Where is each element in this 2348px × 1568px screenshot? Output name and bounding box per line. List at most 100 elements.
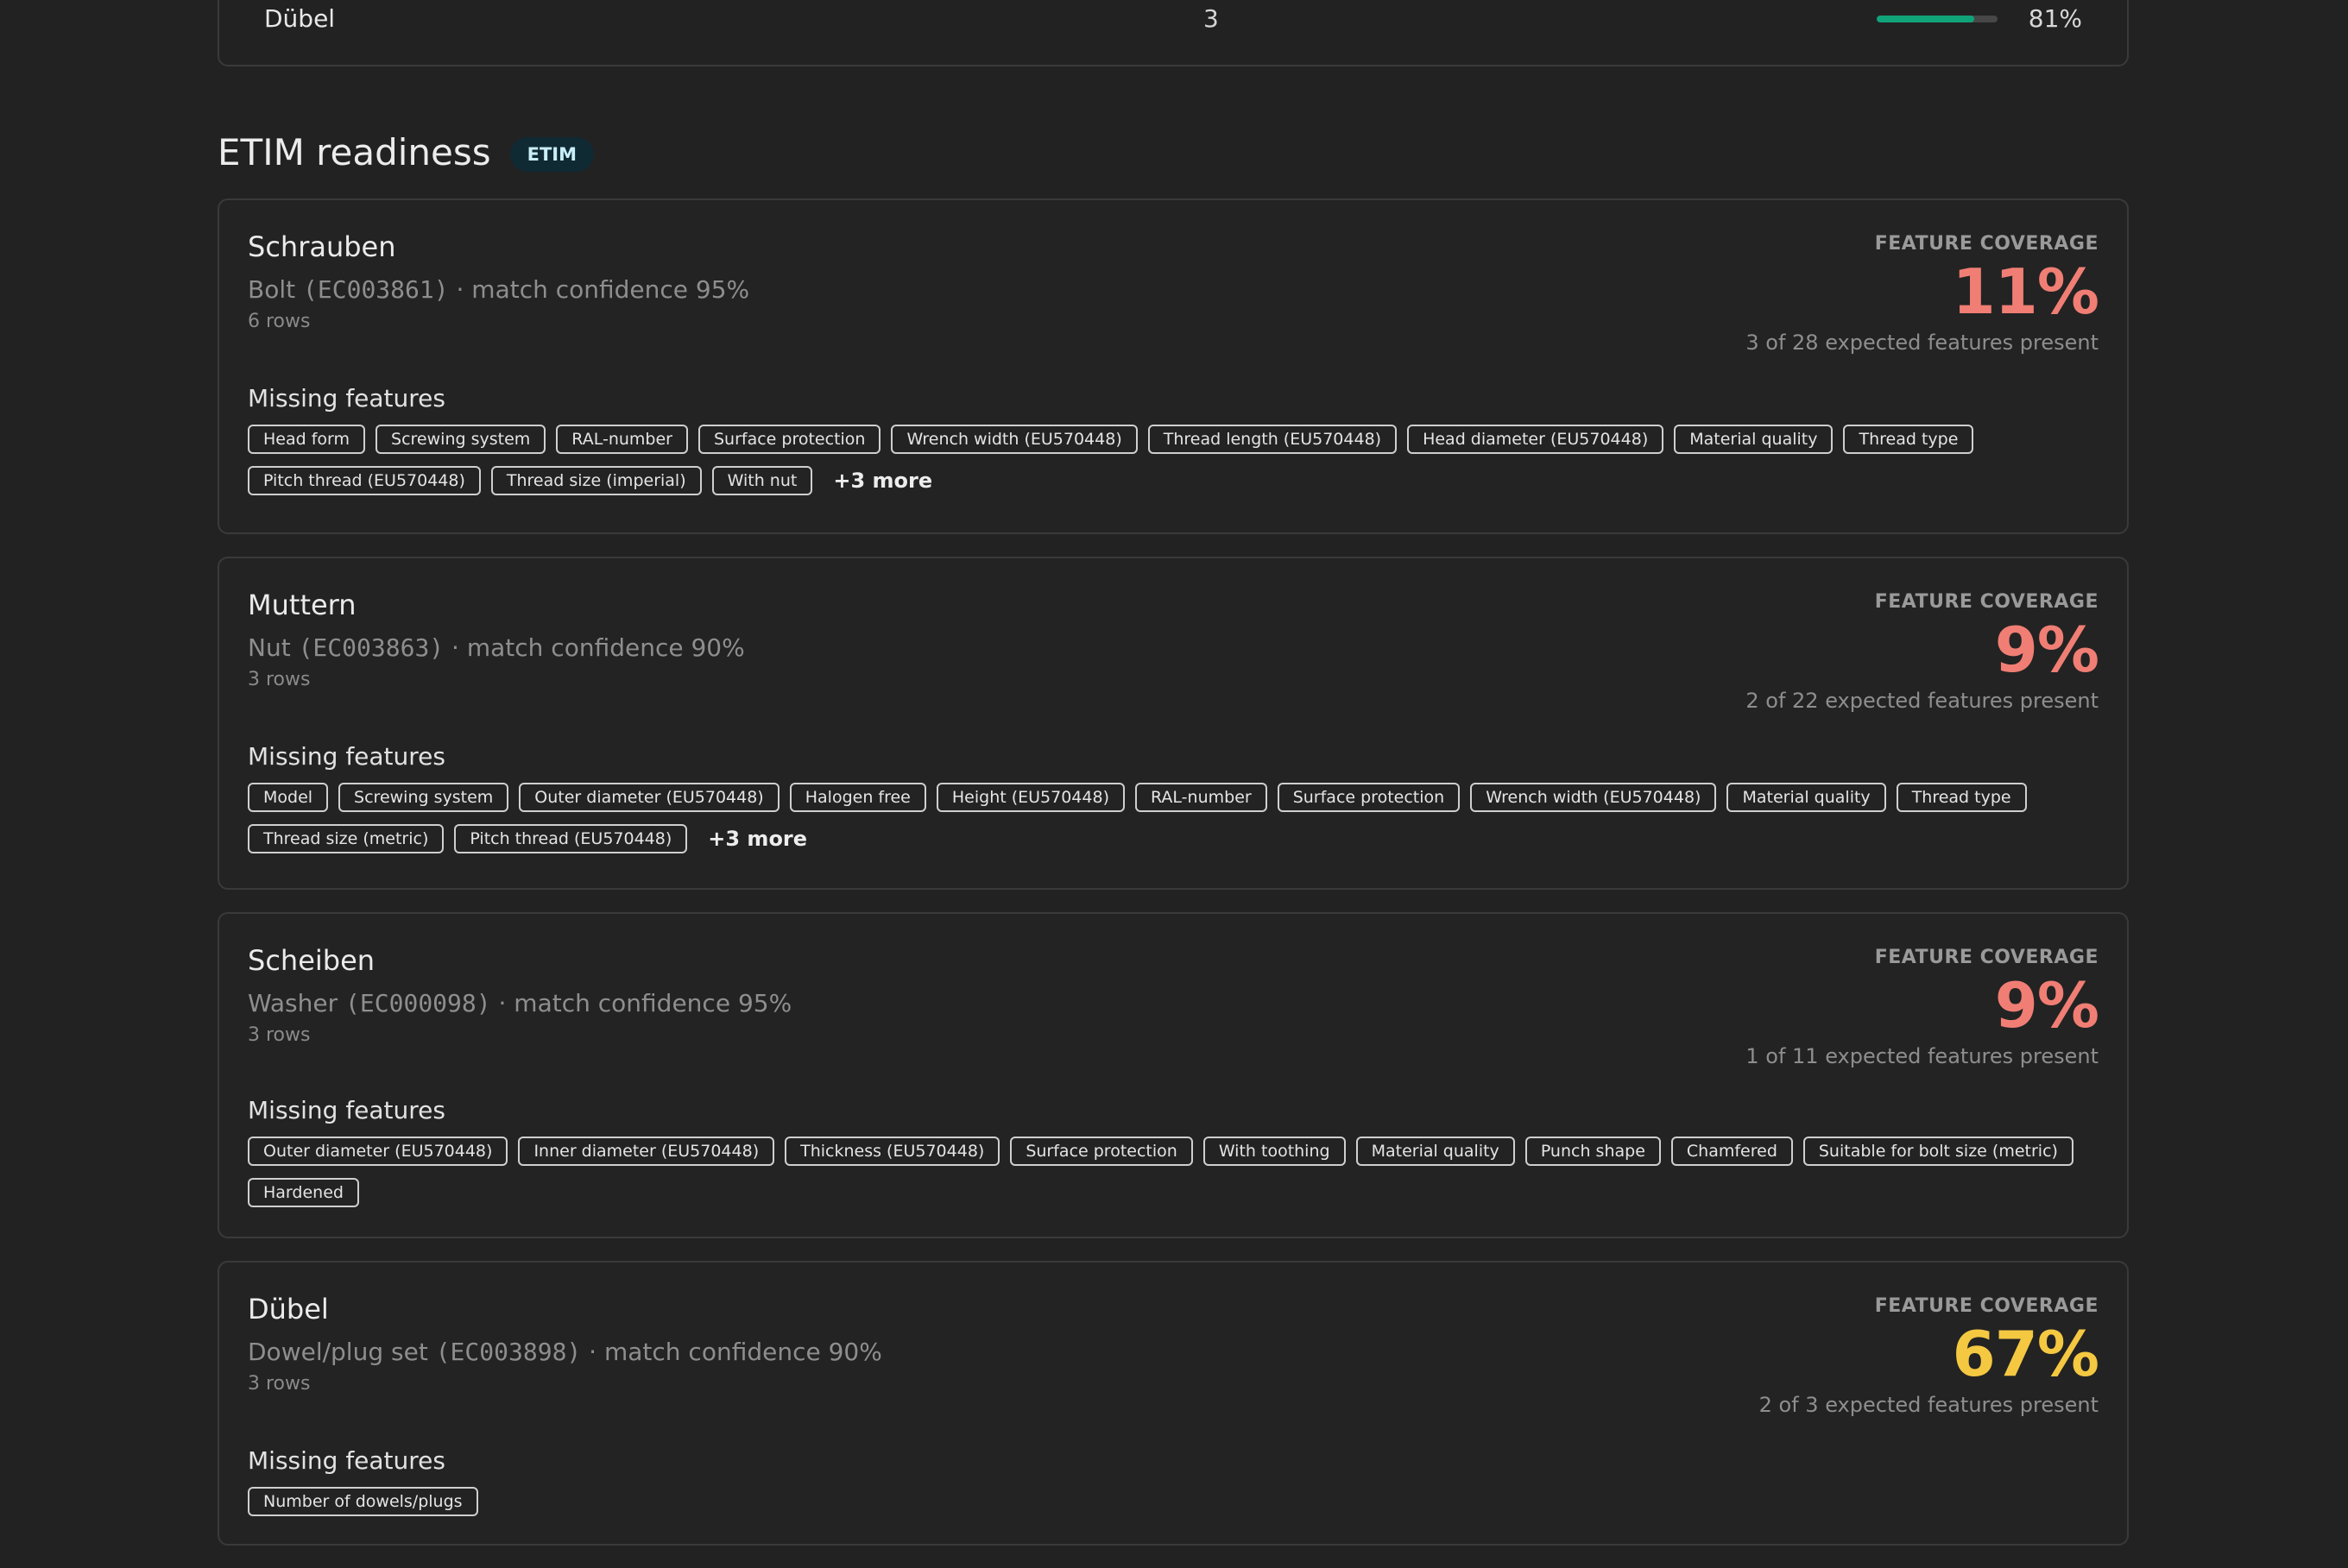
- missing-feature-tag: RAL-number: [556, 425, 688, 454]
- missing-feature-tag: Surface protection: [697, 425, 881, 454]
- missing-feature-tag: Material quality: [1355, 1137, 1515, 1166]
- missing-feature-tag: Suitable for bolt size (metric): [1802, 1137, 2073, 1166]
- coverage-subtext: 2 of 3 expected features present: [1758, 1393, 2099, 1417]
- feature-summary-table: Dübel 3 81%: [218, 0, 2129, 66]
- missing-feature-tag: Number of dowels/plugs: [248, 1487, 478, 1516]
- missing-feature-tag: Pitch thread (EU570448): [454, 824, 688, 853]
- card-coverage: FEATURE COVERAGE 9% 1 of 11 expected fea…: [1745, 945, 2099, 1069]
- missing-feature-tag: Surface protection: [1010, 1137, 1193, 1166]
- missing-feature-tag: Halogen free: [789, 783, 926, 812]
- missing-feature-tag: RAL-number: [1135, 783, 1267, 812]
- card-category-name: Muttern: [248, 589, 357, 621]
- missing-features-label: Missing features: [248, 384, 445, 412]
- missing-feature-tag: Height (EU570448): [936, 783, 1125, 812]
- table-row[interactable]: Dübel 3 81%: [219, 2, 2127, 41]
- coverage-value: 67%: [1952, 1318, 2099, 1390]
- missing-feature-tag: Thread size (imperial): [490, 466, 702, 495]
- card-class-name: Bolt: [248, 275, 296, 304]
- readiness-card-muttern: Muttern Nut (EC003863) · match confidenc…: [218, 557, 2129, 890]
- missing-feature-tag: Thread length (EU570448): [1147, 425, 1398, 454]
- card-match-confidence: · match confidence 90%: [581, 1338, 882, 1366]
- coverage-value: 11%: [1952, 255, 2099, 328]
- missing-feature-tag: Thread type: [1896, 783, 2027, 812]
- card-match-confidence: · match confidence 90%: [444, 633, 745, 662]
- missing-feature-tag: Chamfered: [1670, 1137, 1793, 1166]
- missing-feature-tag: Outer diameter (EU570448): [519, 783, 780, 812]
- missing-feature-tag: Material quality: [1726, 783, 1886, 812]
- missing-feature-tag: Inner diameter (EU570448): [518, 1137, 775, 1166]
- card-class-name: Nut: [248, 633, 291, 662]
- show-more-features-link[interactable]: +3 more: [708, 827, 807, 851]
- missing-feature-tag: Head diameter (EU570448): [1407, 425, 1664, 454]
- card-row-count: 3 rows: [248, 669, 311, 690]
- coverage-subtext: 3 of 28 expected features present: [1745, 331, 2099, 355]
- page: Dübel 3 81% ETIM readiness ETIM Schraube…: [0, 0, 2348, 1565]
- missing-features-tags: Number of dowels/plugs: [248, 1487, 2099, 1516]
- coverage-label: FEATURE COVERAGE: [1874, 947, 2099, 968]
- card-class-code: (EC003898): [435, 1338, 582, 1366]
- readiness-card-scheiben: Scheiben Washer (EC000098) · match confi…: [218, 912, 2129, 1238]
- card-class-line: Washer (EC000098) · match confidence 95%: [248, 988, 792, 1019]
- missing-features-label: Missing features: [248, 1096, 445, 1124]
- card-match-confidence: · match confidence 95%: [448, 275, 750, 304]
- missing-feature-tag: Thread type: [1843, 425, 1974, 454]
- card-coverage: FEATURE COVERAGE 11% 3 of 28 expected fe…: [1745, 231, 2099, 356]
- card-row-count: 6 rows: [248, 311, 311, 332]
- card-info: Dübel Dowel/plug set (EC003898) · match …: [248, 1292, 882, 1397]
- missing-feature-tag: Thread size (metric): [248, 824, 445, 853]
- coverage-subtext: 2 of 22 expected features present: [1745, 689, 2099, 713]
- missing-feature-tag: Punch shape: [1524, 1137, 1661, 1166]
- card-coverage: FEATURE COVERAGE 67% 2 of 3 expected fea…: [1759, 1294, 2099, 1418]
- missing-feature-tag: Wrench width (EU570448): [1470, 783, 1717, 812]
- card-class-line: Dowel/plug set (EC003898) · match confid…: [248, 1337, 882, 1368]
- row-category-name: Dübel: [264, 4, 336, 33]
- card-class-code: (EC003861): [303, 275, 449, 304]
- coverage-subtext: 1 of 11 expected features present: [1745, 1044, 2099, 1068]
- card-info: Muttern Nut (EC003863) · match confidenc…: [248, 588, 745, 693]
- missing-feature-tag: Outer diameter (EU570448): [248, 1137, 508, 1166]
- section-title: ETIM readiness: [218, 130, 491, 173]
- card-class-code: (EC000098): [345, 989, 491, 1017]
- etim-readiness-list: Schrauben Bolt (EC003861) · match confid…: [218, 198, 2129, 1568]
- coverage-value: 9%: [1994, 614, 2099, 686]
- card-class-code: (EC003863): [298, 633, 445, 662]
- coverage-label: FEATURE COVERAGE: [1874, 233, 2099, 255]
- missing-feature-tag: With nut: [711, 466, 813, 495]
- card-class-line: Nut (EC003863) · match confidence 90%: [248, 633, 745, 664]
- coverage-progress-fill: [1877, 16, 1975, 22]
- card-category-name: Scheiben: [248, 944, 376, 977]
- readiness-card-schrauben: Schrauben Bolt (EC003861) · match confid…: [218, 198, 2129, 534]
- missing-features-tags: Head form Screwing system RAL-number Surfac…: [248, 425, 2099, 495]
- missing-feature-tag: Surface protection: [1277, 783, 1461, 812]
- show-more-features-link[interactable]: +3 more: [833, 469, 932, 493]
- missing-feature-tag: Model: [248, 783, 329, 812]
- card-row-count: 3 rows: [248, 1024, 311, 1046]
- row-count: 3: [1203, 4, 1219, 33]
- card-info: Scheiben Washer (EC000098) · match confi…: [248, 943, 792, 1048]
- card-row-count: 3 rows: [248, 1373, 311, 1395]
- card-class-name: Washer: [248, 989, 338, 1017]
- missing-feature-tag: Head form: [248, 425, 366, 454]
- missing-feature-tag: Screwing system: [376, 425, 546, 454]
- coverage-label: FEATURE COVERAGE: [1874, 1295, 2099, 1317]
- missing-feature-tag: Wrench width (EU570448): [891, 425, 1138, 454]
- etim-badge: ETIM: [509, 137, 595, 172]
- missing-feature-tag: Thickness (EU570448): [785, 1137, 1000, 1166]
- card-coverage: FEATURE COVERAGE 9% 2 of 22 expected fea…: [1745, 589, 2099, 714]
- missing-features-tags: Model Screwing system Outer diameter (EU57…: [248, 783, 2099, 853]
- missing-features-tags: Outer diameter (EU570448) Inner diameter …: [248, 1137, 2099, 1207]
- missing-feature-tag: Screwing system: [338, 783, 509, 812]
- missing-features-label: Missing features: [248, 742, 445, 771]
- readiness-card-duebel: Dübel Dowel/plug set (EC003898) · match …: [218, 1261, 2129, 1546]
- card-class-line: Bolt (EC003861) · match confidence 95%: [248, 274, 749, 305]
- section-header: ETIM readiness ETIM: [218, 126, 595, 178]
- coverage-progress-bar: [1877, 16, 1998, 22]
- missing-feature-tag: Material quality: [1674, 425, 1834, 454]
- coverage-value: 9%: [1994, 969, 2099, 1042]
- row-coverage-percent: 81%: [2028, 4, 2082, 33]
- missing-feature-tag: Hardened: [248, 1178, 359, 1207]
- missing-features-label: Missing features: [248, 1446, 445, 1475]
- card-class-name: Dowel/plug set: [248, 1338, 428, 1366]
- card-category-name: Dübel: [248, 1293, 329, 1326]
- missing-feature-tag: With toothing: [1202, 1137, 1346, 1166]
